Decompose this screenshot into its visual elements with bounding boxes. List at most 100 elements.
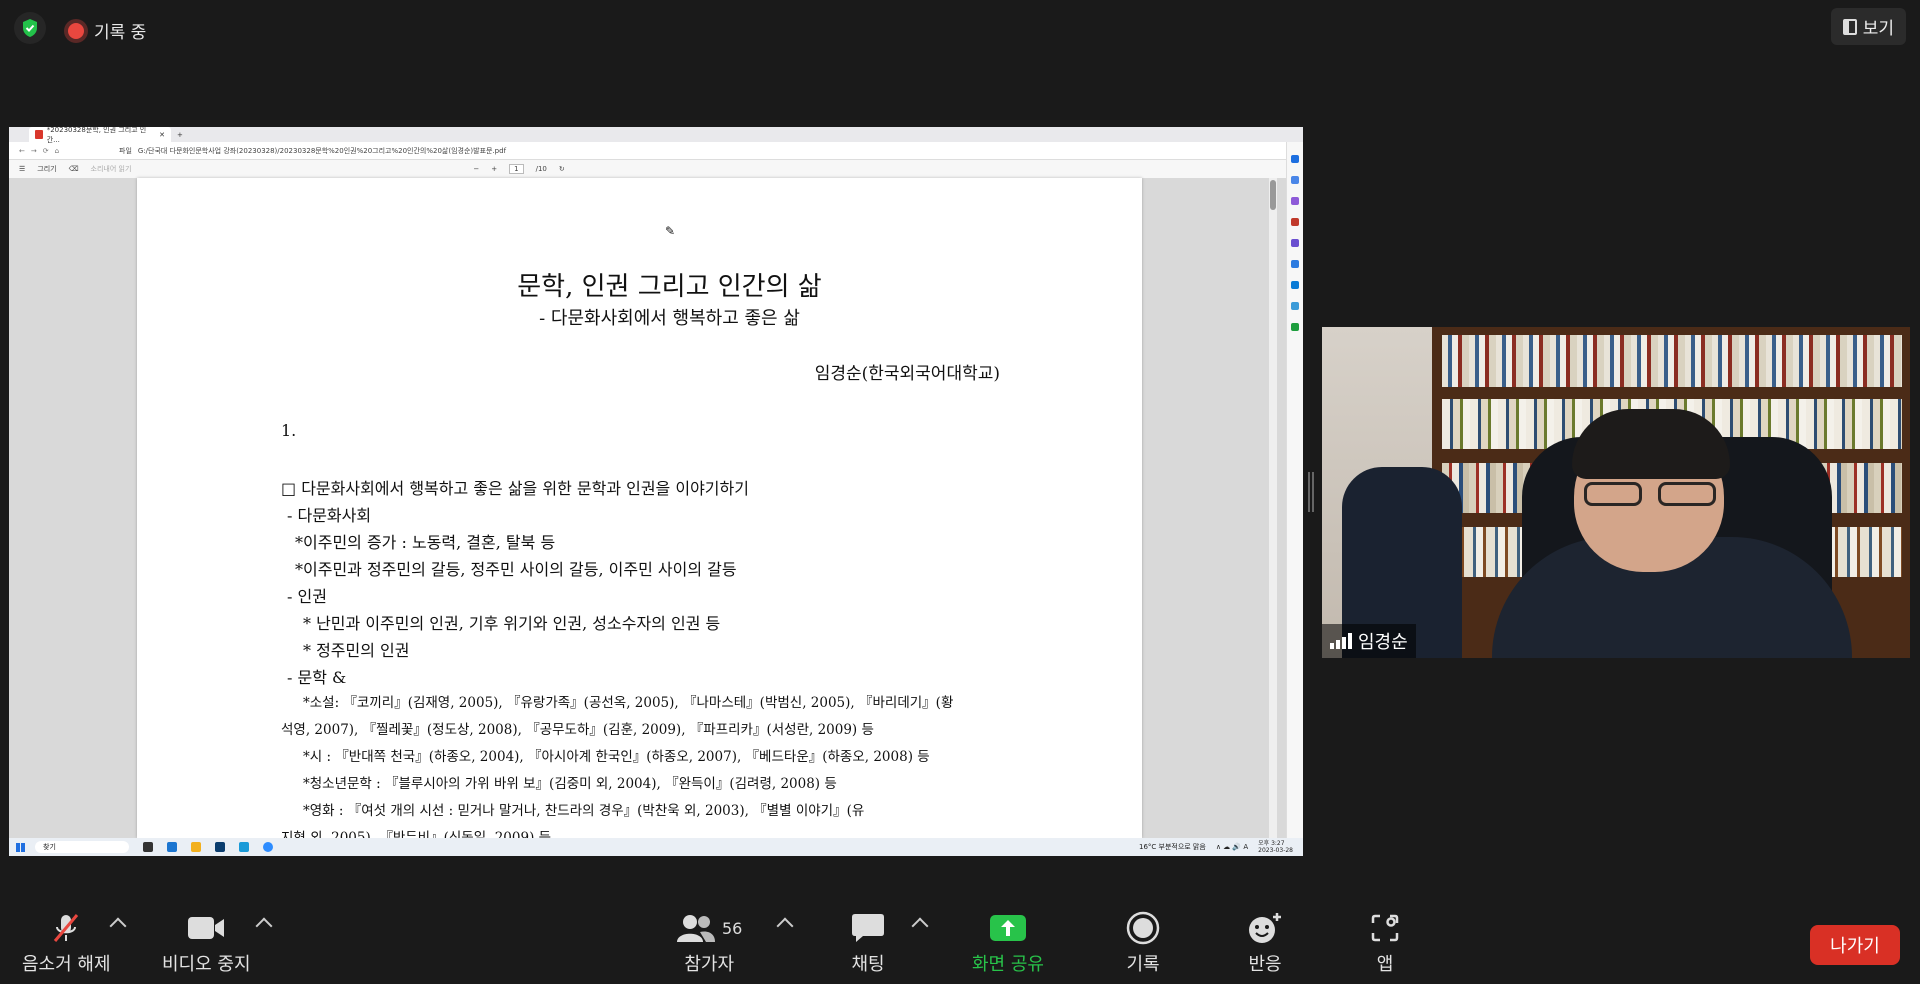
doc-line: *이주민과 정주민의 갈등, 정주민 사이의 갈등, 이주민 사이의 갈등 <box>295 560 737 579</box>
doc-line: *청소년문학 : 『블루시아의 가위 바위 보』(김중미 외, 2004), 『… <box>303 776 837 792</box>
send-icon[interactable] <box>1291 302 1299 310</box>
address-bar: ←→⟳⌂ 파일 G:/단국대 다문화인문학사업 강좌(20230328)/202… <box>9 142 1303 160</box>
page-total: /10 <box>535 165 547 173</box>
doc-line: 석영, 2007), 『찔레꽃』(정도상, 2008), 『공무도하』(김훈, … <box>281 722 874 738</box>
reaction-smile-icon <box>1246 910 1284 946</box>
zoom-app-icon[interactable] <box>263 842 273 852</box>
clock[interactable]: 오후 3:27 2023-03-28 <box>1258 840 1293 854</box>
connection-signal-icon <box>1330 633 1352 649</box>
eraser-icon[interactable]: ⌫ <box>69 165 79 173</box>
reactions-label: 반응 <box>1248 954 1282 975</box>
participants-icon: 56 <box>676 910 742 946</box>
chat-options-caret-icon[interactable] <box>911 917 929 935</box>
audio-options-caret-icon[interactable] <box>109 917 127 935</box>
stop-video-button[interactable]: 비디오 중지 <box>162 910 251 976</box>
edge-icon[interactable] <box>239 842 249 852</box>
windows-taskbar: 찾기 16°C 부분적으로 맑음 ∧ ☁ 🔊 A 오후 3:27 2023-03… <box>9 838 1303 856</box>
document-author: 임경순(한국외국어대학교) <box>814 364 1000 384</box>
security-shield-icon[interactable] <box>14 12 46 44</box>
participant-name: 임경순 <box>1358 632 1408 653</box>
file-label: 파일 <box>119 146 132 155</box>
tools-icon[interactable] <box>1291 218 1299 226</box>
tab-close-icon[interactable]: ✕ <box>159 131 165 139</box>
person-glasses <box>1584 482 1716 506</box>
bing-icon[interactable] <box>1291 155 1299 163</box>
zoom-out-icon[interactable]: − <box>473 165 479 173</box>
page-number-input[interactable]: 1 <box>509 164 524 174</box>
pdf-icon <box>35 130 43 139</box>
doc-line: *시 : 『반대쪽 천국』(하종오, 2004), 『아시아계 한국인』(하종오… <box>303 749 930 765</box>
new-tab-icon[interactable]: + <box>177 131 183 139</box>
participant-video[interactable]: 임경순 <box>1322 327 1910 658</box>
view-button[interactable]: 보기 <box>1830 8 1906 45</box>
tray-icons[interactable]: ∧ ☁ 🔊 A <box>1216 843 1248 851</box>
windows-start-icon[interactable] <box>16 842 25 852</box>
doc-line: *이주민의 증가 : 노동력, 결혼, 탈북 등 <box>295 533 556 552</box>
zoom-in-icon[interactable]: + <box>491 165 497 173</box>
doc-line: * 정주민의 인권 <box>303 641 410 660</box>
doc-line: □ 다문화사회에서 행복하고 좋은 삶을 위한 문학과 인권을 이야기하기 <box>281 479 749 498</box>
task-view-icon[interactable] <box>143 842 153 852</box>
video-options-caret-icon[interactable] <box>255 917 273 935</box>
doc-line: - 다문화사회 <box>287 506 372 525</box>
chat-icon <box>851 910 885 946</box>
tag-icon[interactable] <box>1291 197 1299 205</box>
record-label: 기록 <box>1126 954 1160 975</box>
address-input[interactable]: G:/단국대 다문화인문학사업 강좌(20230328)/20230328문학%… <box>138 146 506 156</box>
clock-time: 오후 3:27 <box>1258 840 1285 847</box>
games-icon[interactable] <box>1291 239 1299 247</box>
resize-divider[interactable] <box>1308 472 1314 512</box>
apps-button[interactable]: 앱 <box>1370 910 1400 976</box>
pdf-scrollbar[interactable] <box>1269 178 1277 838</box>
record-button[interactable]: 기록 <box>1126 910 1160 976</box>
participants-label: 참가자 <box>684 954 735 975</box>
terminal-icon[interactable] <box>215 842 225 852</box>
scroll-thumb[interactable] <box>1270 180 1276 210</box>
doc-line: 1. <box>281 421 297 440</box>
participants-options-caret-icon[interactable] <box>776 917 794 935</box>
taskbar-search[interactable]: 찾기 <box>35 841 129 853</box>
document-subtitle: - 다문화사회에서 행복하고 좋은 삶 <box>539 308 800 329</box>
participant-name-tag: 임경순 <box>1322 624 1416 658</box>
outlook-icon[interactable] <box>1291 281 1299 289</box>
draw-tool[interactable]: 그리기 <box>37 164 56 174</box>
unmute-button[interactable]: 음소거 해제 <box>22 910 111 976</box>
system-tray: 16°C 부분적으로 맑음 ∧ ☁ 🔊 A 오후 3:27 2023-03-28 <box>1139 840 1303 854</box>
share-screen-label: 화면 공유 <box>972 954 1044 975</box>
doc-line: - 인권 <box>287 587 327 606</box>
search-icon[interactable] <box>1291 176 1299 184</box>
participants-button[interactable]: 56 참가자 <box>676 910 742 976</box>
contents-icon[interactable]: ☰ <box>19 165 25 173</box>
video-camera-icon <box>187 910 225 946</box>
nav-buttons-icon[interactable]: ←→⟳⌂ <box>9 147 119 155</box>
pdf-viewer: ✎ 문학, 인권 그리고 인간의 삶 - 다문화사회에서 행복하고 좋은 삶 임… <box>9 178 1287 838</box>
share-screen-button[interactable]: 화면 공유 <box>972 910 1044 976</box>
leave-button[interactable]: 나가기 <box>1810 925 1900 965</box>
browser-tabbar: *20230328문학, 인권 그리고 인간... ✕ + <box>9 127 1303 144</box>
reactions-button[interactable]: 반응 <box>1246 910 1284 976</box>
browser-sidebar <box>1286 142 1303 838</box>
books-row <box>1442 335 1902 387</box>
meeting-controls: 음소거 해제 비디오 중지 56 참가자 채팅 화면 공유 기록 반응 앱 <box>0 876 1920 984</box>
recording-indicator[interactable]: 기록 중 <box>68 18 146 43</box>
chat-button[interactable]: 채팅 <box>851 910 885 976</box>
mail-icon[interactable] <box>167 842 177 852</box>
read-aloud-tool[interactable]: 소리내어 읽기 <box>91 164 132 174</box>
doc-line: 지형 외, 2005), 『반두비』(신동일, 2009) 등 <box>281 830 552 838</box>
view-layout-icon <box>1842 18 1857 35</box>
record-icon <box>1126 910 1160 946</box>
recording-label: 기록 중 <box>94 23 147 43</box>
document-title: 문학, 인권 그리고 인간의 삶 <box>517 272 822 302</box>
tab-title: *20230328문학, 인권 그리고 인간... <box>46 127 147 144</box>
office-icon[interactable] <box>1291 260 1299 268</box>
muted-mic-icon <box>49 910 83 946</box>
tree-icon[interactable] <box>1291 323 1299 331</box>
rotate-icon[interactable]: ↻ <box>559 165 565 173</box>
clock-date: 2023-03-28 <box>1258 847 1293 854</box>
weather-text[interactable]: 16°C 부분적으로 맑음 <box>1139 842 1206 852</box>
share-screen-icon <box>989 910 1027 946</box>
browser-tab[interactable]: *20230328문학, 인권 그리고 인간... ✕ <box>29 127 171 144</box>
doc-line: *영화 : 『여섯 개의 시선 : 믿거나 말거나, 찬드라의 경우』(박찬욱 … <box>303 803 865 819</box>
folder-icon[interactable] <box>191 842 201 852</box>
unmute-label: 음소거 해제 <box>22 954 111 975</box>
